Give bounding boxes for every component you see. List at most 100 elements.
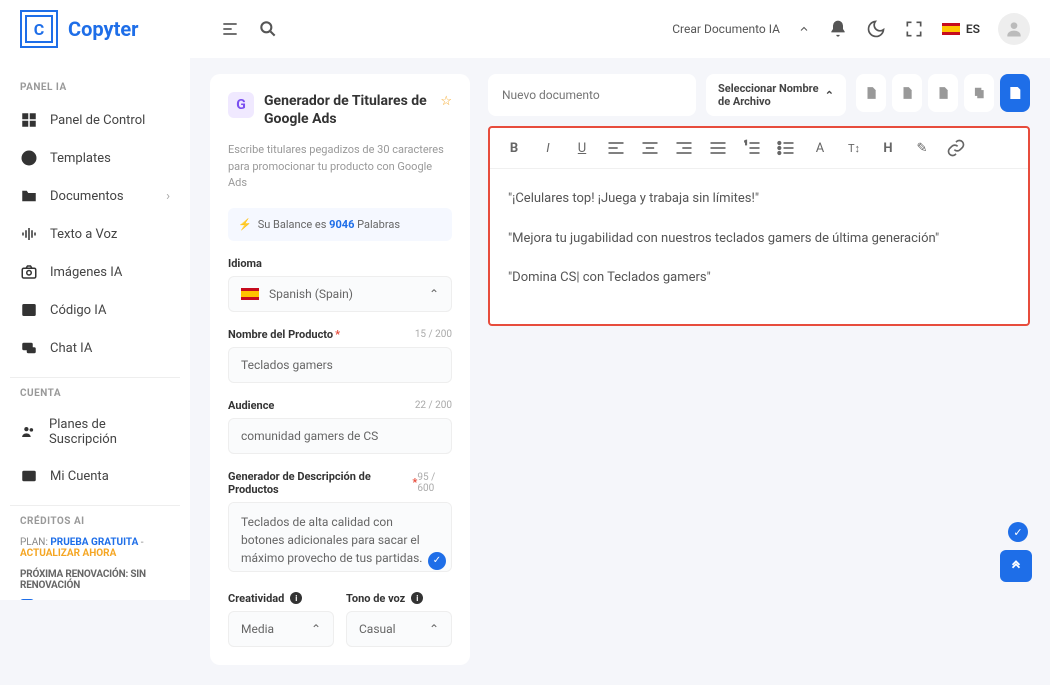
sidebar: PANEL IA Panel de Control Templates Docu… — [0, 58, 190, 600]
sidebar-item-code[interactable]: Código IA — [10, 291, 180, 329]
camera-icon — [20, 263, 38, 281]
info-icon[interactable]: i — [411, 592, 423, 604]
avatar[interactable] — [998, 13, 1030, 45]
sidebar-heading-panel: PANEL IA — [20, 82, 170, 93]
sidebar-item-label: Templates — [50, 151, 111, 166]
fullscreen-icon[interactable] — [904, 19, 924, 39]
editor-toolbar: B I U 1 A T↕ H ✎ — [490, 128, 1028, 169]
product-input[interactable] — [228, 347, 452, 383]
output-line: "¡Celulares top! ¡Juega y trabaja sin lí… — [508, 187, 1010, 210]
check-icon: ✓ — [428, 552, 446, 570]
tone-select[interactable]: Casual⌃ — [346, 611, 452, 647]
save-button[interactable] — [1000, 74, 1030, 112]
chevron-up-icon: ⌃ — [825, 89, 834, 102]
code-icon — [20, 301, 38, 319]
credits-heading: CRÉDITOS AI — [20, 516, 160, 527]
italic-icon[interactable]: I — [538, 138, 558, 158]
sidebar-item-tts[interactable]: Texto a Voz — [10, 215, 180, 253]
sidebar-item-templates[interactable]: Templates — [10, 139, 180, 177]
output-line: "Mejora tu jugabilidad con nuestros tecl… — [508, 227, 1010, 250]
flag-es-icon — [241, 288, 259, 300]
logo-icon: C — [20, 10, 58, 48]
flag-es-icon — [942, 23, 960, 35]
language-label: Idioma — [228, 257, 452, 270]
export-word-button[interactable] — [856, 74, 886, 112]
dark-mode-icon[interactable] — [866, 19, 886, 39]
tone-label: Tono de voz — [346, 592, 405, 605]
folder-icon — [20, 187, 38, 205]
export-txt-button[interactable] — [928, 74, 958, 112]
plan-name[interactable]: PRUEBA GRATUITA — [50, 537, 138, 548]
create-document-link[interactable]: Crear Documento IA — [672, 22, 780, 36]
balance-box: ⚡ Su Balance es 9046 Palabras — [228, 208, 452, 241]
creativity-select[interactable]: Media⌃ — [228, 611, 334, 647]
sidebar-item-label: Imágenes IA — [50, 265, 122, 280]
sidebar-item-label: Documentos — [50, 189, 124, 204]
sidebar-item-label: Texto a Voz — [50, 227, 117, 242]
creativity-label: Creatividad — [228, 592, 284, 605]
editor-content[interactable]: "¡Celulares top! ¡Juega y trabaja sin lí… — [490, 169, 1028, 323]
align-left-icon[interactable] — [606, 138, 626, 158]
logo[interactable]: C Copyter — [20, 10, 190, 48]
sidebar-item-label: Panel de Control — [50, 113, 145, 128]
chevron-up-icon[interactable] — [798, 19, 810, 39]
sidebar-item-images[interactable]: Imágenes IA — [10, 253, 180, 291]
bold-icon[interactable]: B — [504, 138, 524, 158]
sidebar-item-label: Mi Cuenta — [50, 469, 109, 484]
ai-icon — [20, 149, 38, 167]
top-header: C Copyter Crear Documento IA ES — [0, 0, 1050, 58]
ordered-list-icon[interactable]: 1 — [742, 138, 762, 158]
sidebar-item-account[interactable]: Mi Cuenta — [10, 457, 180, 495]
bell-icon[interactable] — [828, 19, 848, 39]
link-icon[interactable] — [946, 138, 966, 158]
main: G Generador de Titulares de Google Ads ☆… — [190, 0, 1050, 685]
id-card-icon — [20, 467, 38, 485]
file-name-select[interactable]: Seleccionar Nombre de Archivo⌃ — [706, 74, 846, 116]
grid-icon — [20, 111, 38, 129]
menu-toggle-icon[interactable] — [220, 19, 240, 39]
sidebar-item-label: Chat IA — [50, 341, 92, 356]
floating-check-icon: ✓ — [1008, 522, 1028, 542]
info-icon[interactable]: i — [290, 592, 302, 604]
align-justify-icon[interactable] — [708, 138, 728, 158]
sidebar-item-dashboard[interactable]: Panel de Control — [10, 101, 180, 139]
upgrade-link[interactable]: ACTUALIZAR AHORA — [20, 548, 116, 559]
desc-counter: 95 / 600 — [417, 472, 452, 494]
document-name-input[interactable] — [488, 74, 696, 116]
tool-icon: G — [228, 92, 254, 118]
align-right-icon[interactable] — [674, 138, 694, 158]
tool-title: Generador de Titulares de Google Ads — [264, 92, 430, 128]
credits-section: CRÉDITOS AI PLAN: PRUEBA GRATUITA - ACTU… — [10, 516, 180, 600]
sidebar-item-chat[interactable]: Chat IA — [10, 329, 180, 367]
language-selector[interactable]: ES — [942, 22, 980, 36]
chevron-up-icon: ⌃ — [429, 287, 439, 301]
language-select[interactable]: Spanish (Spain) ⌃ — [228, 276, 452, 312]
sidebar-item-plans[interactable]: Planes de Suscripción — [10, 407, 180, 457]
desc-textarea[interactable] — [228, 502, 452, 572]
scroll-top-button[interactable] — [1000, 550, 1032, 582]
desc-label: Generador de Descripción de Productos — [228, 470, 410, 496]
audience-counter: 22 / 200 — [415, 400, 452, 411]
sidebar-item-documents[interactable]: Documentos › — [10, 177, 180, 215]
font-size-icon[interactable]: T↕ — [844, 138, 864, 158]
copy-button[interactable] — [964, 74, 994, 112]
plan-line: PLAN: PRUEBA GRATUITA - ACTUALIZAR AHORA — [20, 537, 170, 559]
unordered-list-icon[interactable] — [776, 138, 796, 158]
tool-panel: G Generador de Titulares de Google Ads ☆… — [210, 74, 470, 665]
soundwave-icon — [20, 225, 38, 243]
sidebar-item-label: Planes de Suscripción — [49, 417, 170, 447]
editor-panel: Seleccionar Nombre de Archivo⌃ B I U 1 — [488, 74, 1030, 665]
underline-icon[interactable]: U — [572, 138, 592, 158]
svg-text:1: 1 — [745, 141, 748, 147]
favorite-star-icon[interactable]: ☆ — [440, 94, 452, 109]
export-pdf-button[interactable] — [892, 74, 922, 112]
highlight-icon[interactable]: ✎ — [912, 138, 932, 158]
bolt-icon: ⚡ — [238, 218, 252, 231]
heading-icon[interactable]: H — [878, 138, 898, 158]
align-center-icon[interactable] — [640, 138, 660, 158]
sidebar-heading-account: CUENTA — [20, 388, 170, 399]
audience-input[interactable] — [228, 418, 452, 454]
font-family-icon[interactable]: A — [810, 138, 830, 158]
search-icon[interactable] — [258, 19, 278, 39]
users-icon — [20, 423, 37, 441]
